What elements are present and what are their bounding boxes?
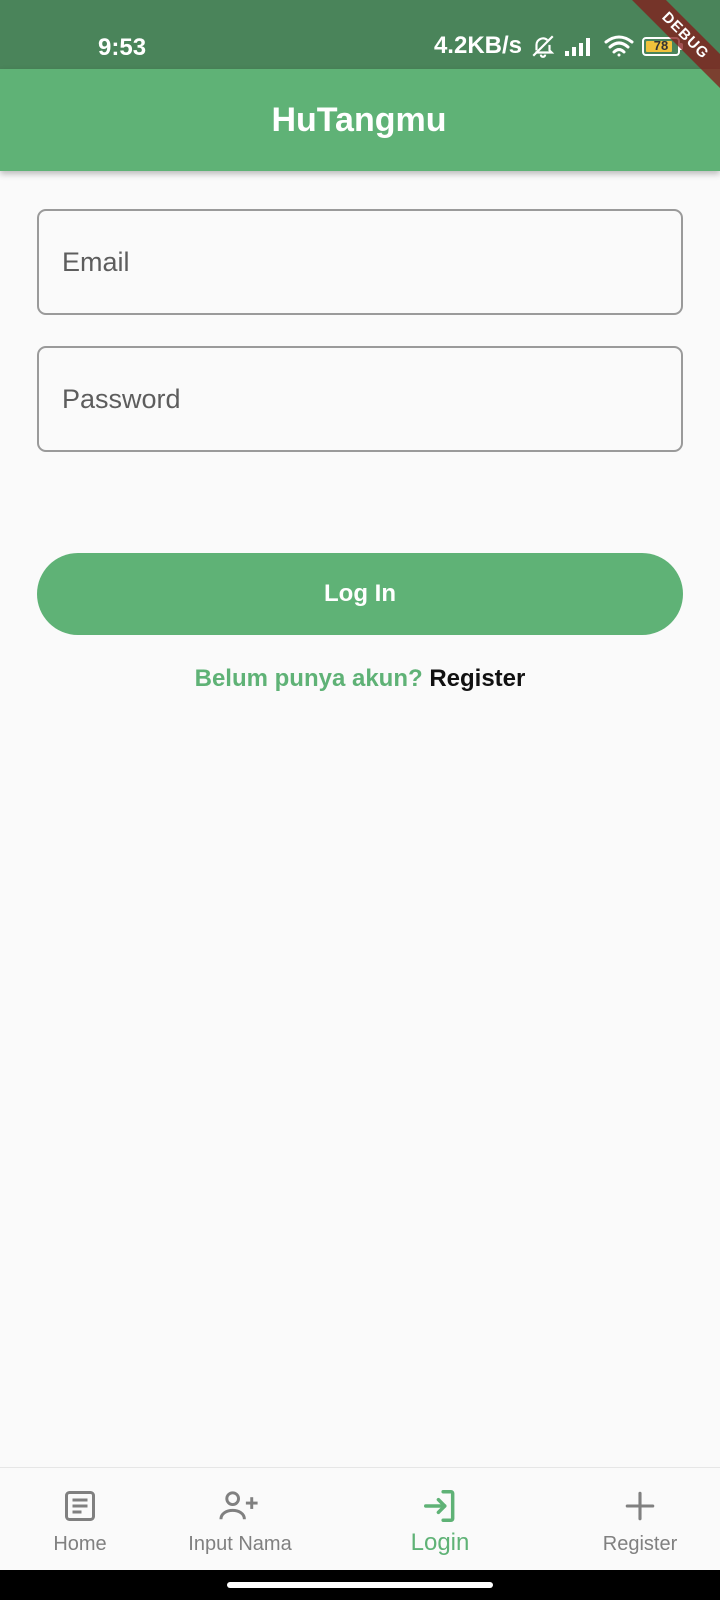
email-field[interactable] [37, 209, 683, 315]
status-bar: 9:53 4.2KB/s 78 [0, 0, 720, 69]
email-input[interactable] [60, 245, 681, 279]
home-indicator[interactable] [227, 1582, 493, 1588]
password-input[interactable] [60, 382, 681, 416]
system-navigation-bar [0, 1570, 720, 1600]
mute-bell-icon [530, 33, 556, 59]
login-icon [420, 1486, 460, 1526]
person-add-icon [218, 1486, 262, 1526]
login-button[interactable]: Log In [37, 553, 683, 635]
nav-label-register: Register [602, 1533, 678, 1555]
app-bar: HuTangmu [0, 69, 720, 171]
register-prompt-text: Belum punya akun? [194, 665, 423, 692]
nav-item-register[interactable]: Register [560, 1468, 720, 1571]
nav-label-input-nama: Input Nama [188, 1533, 292, 1555]
status-time: 9:53 [98, 34, 147, 61]
register-prompt-line: Belum punya akun? Register [0, 665, 720, 693]
wifi-icon [604, 34, 634, 58]
nav-item-home[interactable]: Home [0, 1468, 160, 1571]
nav-item-input-nama[interactable]: Input Nama [160, 1468, 320, 1571]
nav-label-home: Home [53, 1533, 107, 1555]
nav-item-login[interactable]: Login [360, 1468, 520, 1571]
nav-label-login: Login [410, 1529, 470, 1556]
add-icon [623, 1486, 657, 1526]
bottom-navigation: Home Input Nama Login Register [0, 1467, 720, 1571]
battery-icon: 78 [642, 36, 683, 56]
page-title: HuTangmu [271, 100, 447, 139]
register-link[interactable]: Register [429, 665, 525, 692]
battery-level: 78 [653, 37, 669, 53]
network-speed: 4.2KB/s [433, 32, 522, 59]
article-icon [62, 1486, 98, 1526]
password-field[interactable] [37, 346, 683, 452]
status-indicators: 4.2KB/s 78 [433, 32, 683, 60]
signal-icon [564, 35, 596, 57]
